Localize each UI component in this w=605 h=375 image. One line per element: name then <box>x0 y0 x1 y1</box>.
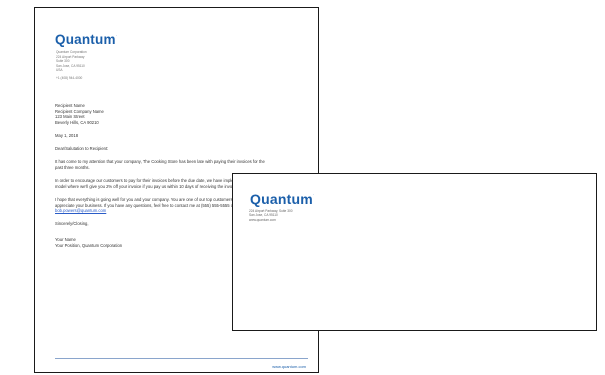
paragraph-2-line-1: In order to encourage our customers to p… <box>55 178 260 183</box>
letter-date: May 1, 2018 <box>55 133 79 138</box>
envelope-return-address: 224 Airport Parkway, Suite 300 San Jose,… <box>249 209 293 222</box>
footer-divider <box>55 358 308 359</box>
signer-title: Your Position, Quantum Corporation <box>55 242 123 248</box>
footer-url[interactable]: www.quantum.com <box>272 364 306 369</box>
paragraph-2-line-2: model where we'll give you 2% off your i… <box>55 183 239 189</box>
quantum-logo: Quantum. <box>250 191 315 207</box>
address-line: www.quantum.com <box>249 217 276 222</box>
paragraph-3-line-2: appreciate your business. If you have an… <box>55 202 235 208</box>
paragraph-1-line-1: It has come to my attention that your co… <box>55 159 265 164</box>
sender-address: Quantum Corporation 224 Airport Parkway … <box>56 50 87 73</box>
sender-phone: +1 (408) 944-4000 <box>56 76 83 80</box>
salutation: Dear/Salutation to Recipient: <box>55 146 109 151</box>
envelope: Quantum. 224 Airport Parkway, Suite 300 … <box>232 173 597 331</box>
recipient-name: Recipient Name <box>55 103 85 108</box>
quantum-logo: Quantum. <box>55 32 117 47</box>
recipient-street: 123 Main Street <box>55 114 85 119</box>
address-line: Quantum Corporation <box>56 50 87 54</box>
paragraph-1-line-2: past three months. <box>55 164 90 170</box>
address-line: USA <box>56 68 63 73</box>
closing: Sincerely/Closing, <box>55 221 89 226</box>
email-link[interactable]: bob.powers@quantum.com <box>55 208 106 213</box>
recipient-city: Beverly Hills, CA 90210 <box>55 119 99 125</box>
recipient-company: Recipient Company Name <box>55 108 104 114</box>
signer-name: Your Name <box>55 237 76 242</box>
paragraph-3-line-1: I hope that everything is going well for… <box>55 197 257 202</box>
